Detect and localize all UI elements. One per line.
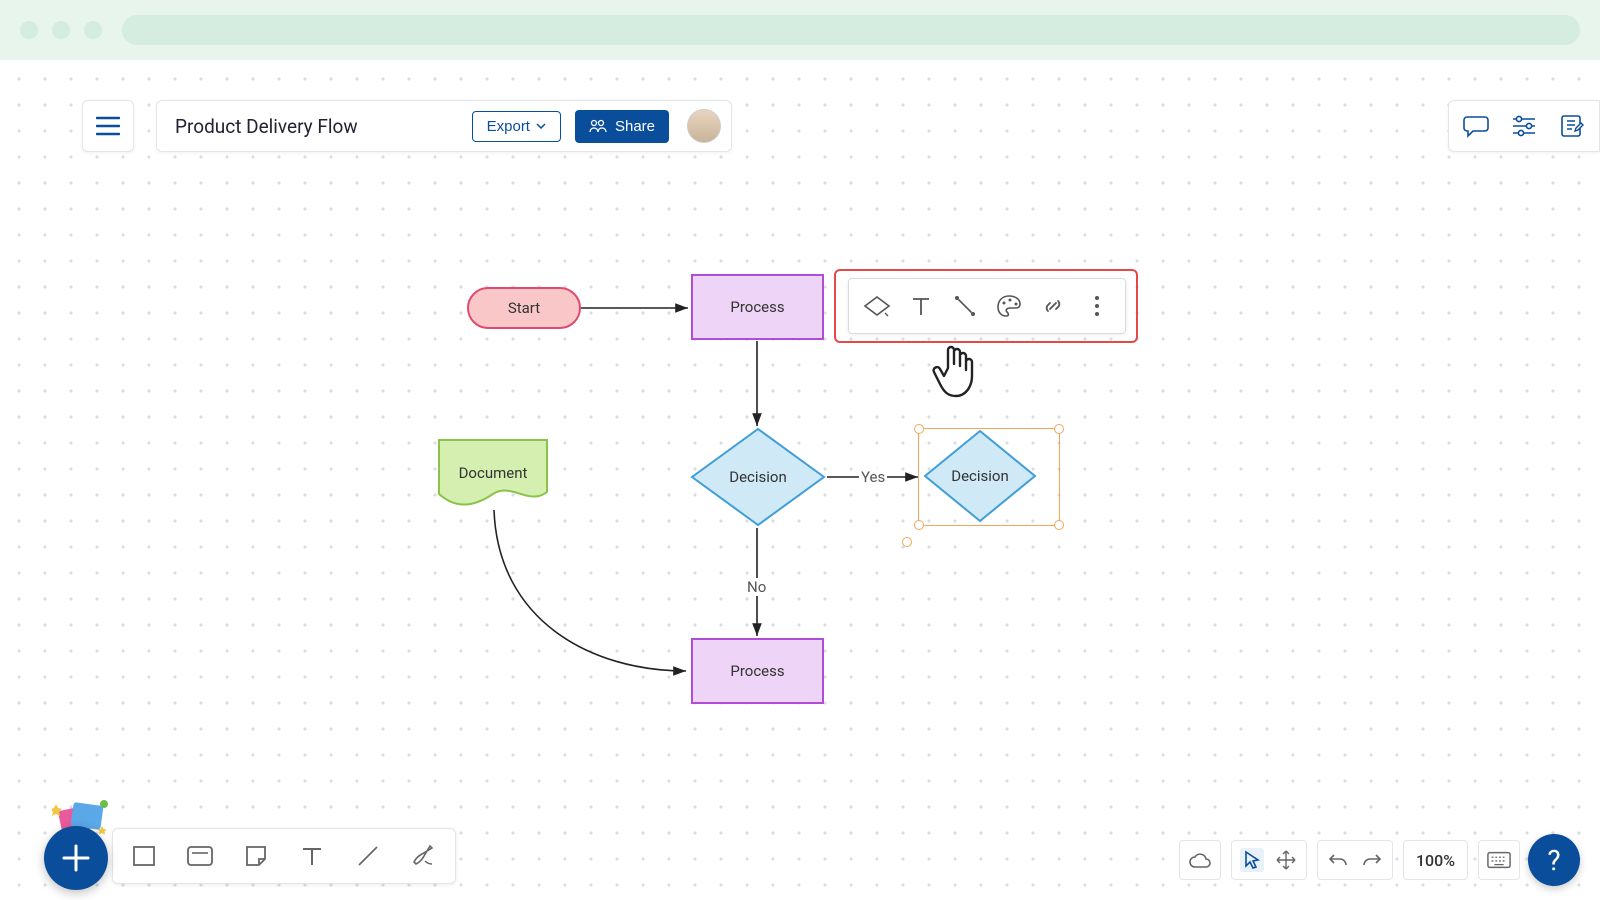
start-label: Start — [508, 299, 540, 317]
decision-label: Decision — [923, 429, 1037, 523]
decision-node[interactable]: Decision — [923, 429, 1037, 523]
plus-icon — [62, 844, 90, 872]
chevron-down-icon — [536, 123, 546, 129]
rotate-handle[interactable] — [902, 537, 912, 547]
add-button[interactable] — [44, 826, 108, 890]
text-tool-icon[interactable] — [297, 841, 327, 871]
users-icon — [589, 119, 607, 133]
sticky-note-icon[interactable] — [241, 841, 271, 871]
edit-note-icon[interactable] — [1559, 113, 1585, 139]
document-title[interactable]: Product Delivery Flow — [175, 115, 358, 138]
avatar[interactable] — [687, 109, 721, 143]
pen-tool-icon[interactable] — [409, 841, 439, 871]
process-label: Process — [730, 662, 784, 680]
more-vertical-icon[interactable] — [1080, 289, 1114, 323]
export-button[interactable]: Export — [472, 111, 561, 142]
share-button[interactable]: Share — [575, 110, 669, 143]
edge-label-no: No — [745, 578, 768, 596]
start-node[interactable]: Start — [467, 287, 581, 329]
title-bar: Product Delivery Flow Export Share — [156, 100, 732, 152]
export-label: Export — [487, 118, 530, 135]
document-node[interactable]: Document — [437, 438, 549, 506]
help-button[interactable]: ? — [1528, 834, 1580, 886]
line-icon[interactable] — [948, 289, 982, 323]
selection-handle[interactable] — [1054, 424, 1064, 434]
question-icon: ? — [1547, 844, 1560, 877]
card-icon[interactable] — [185, 841, 215, 871]
shape-icon[interactable] — [860, 289, 894, 323]
hamburger-icon — [96, 116, 120, 136]
move-icon[interactable] — [1274, 848, 1298, 872]
selection-handle[interactable] — [1054, 520, 1064, 530]
shape-dock — [112, 828, 456, 884]
undo-icon[interactable] — [1326, 848, 1350, 872]
context-toolbar — [848, 278, 1126, 334]
settings-sliders-icon[interactable] — [1511, 113, 1537, 139]
rectangle-icon[interactable] — [129, 841, 159, 871]
traffic-light-dot — [84, 21, 102, 39]
palette-icon[interactable] — [992, 289, 1026, 323]
traffic-light-dot — [20, 21, 38, 39]
process-node[interactable]: Process — [691, 274, 824, 340]
pointer-icon[interactable] — [1240, 848, 1264, 872]
decision-label: Decision — [690, 427, 826, 527]
url-bar[interactable] — [122, 15, 1580, 45]
zoom-level[interactable]: 100% — [1412, 851, 1459, 870]
process-node[interactable]: Process — [691, 638, 824, 704]
cloud-icon[interactable] — [1188, 848, 1212, 872]
line-tool-icon[interactable] — [353, 841, 383, 871]
document-label: Document — [437, 464, 549, 482]
redo-icon[interactable] — [1360, 848, 1384, 872]
right-toolbar — [1448, 100, 1600, 152]
menu-button[interactable] — [82, 100, 134, 152]
cursor-hand-icon — [930, 340, 978, 400]
edge-label-yes: Yes — [859, 468, 887, 486]
text-icon[interactable] — [904, 289, 938, 323]
share-label: Share — [615, 118, 655, 135]
link-icon[interactable] — [1036, 289, 1070, 323]
traffic-light-dot — [52, 21, 70, 39]
comment-icon[interactable] — [1463, 113, 1489, 139]
canvas[interactable]: Product Delivery Flow Export Share — [0, 60, 1600, 900]
keyboard-icon[interactable] — [1487, 848, 1511, 872]
decision-node[interactable]: Decision — [690, 427, 826, 527]
process-label: Process — [730, 298, 784, 316]
browser-chrome — [0, 0, 1600, 60]
bottom-right-controls: 100% — [1179, 838, 1520, 882]
